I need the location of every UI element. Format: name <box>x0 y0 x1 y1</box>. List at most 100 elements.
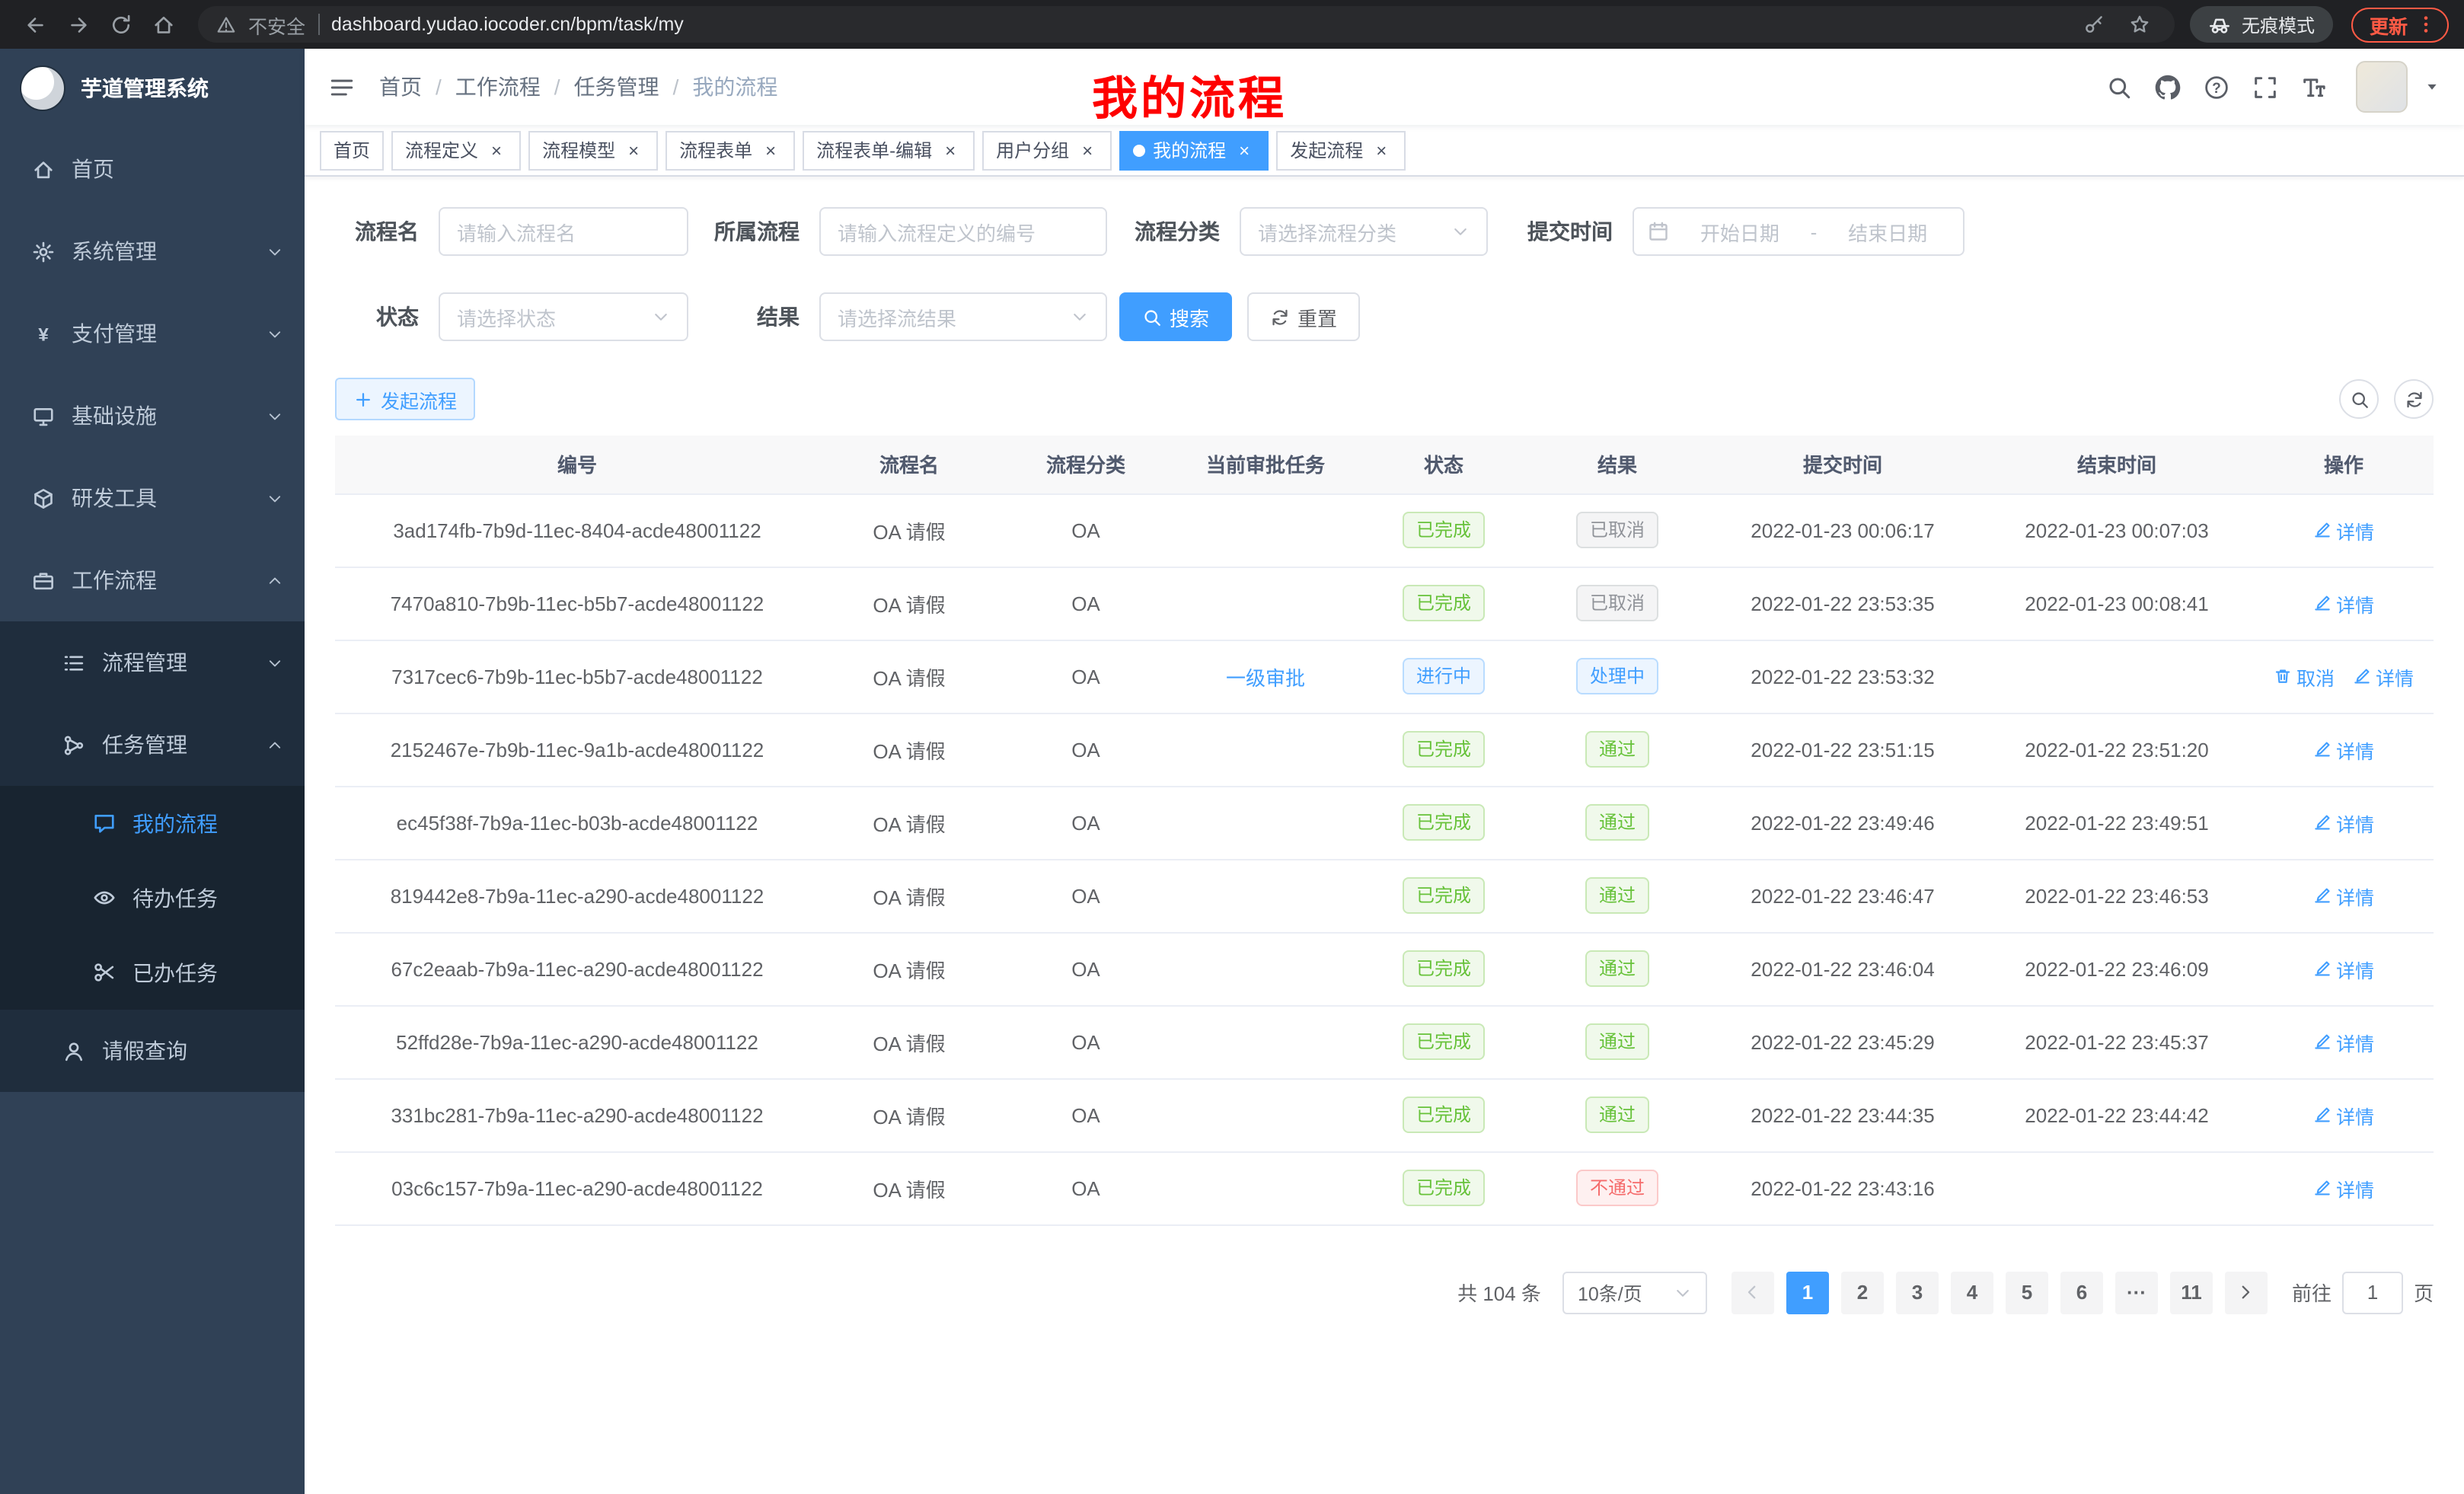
sidebar-item-home[interactable]: 首页 <box>0 128 305 210</box>
process-name-input[interactable]: 请输入流程名 <box>439 207 688 256</box>
page-button-5[interactable]: 5 <box>2006 1271 2048 1314</box>
tab-process-form[interactable]: 流程表单× <box>665 130 795 170</box>
browser-reload-icon[interactable] <box>101 5 140 44</box>
process-def-input[interactable]: 请输入流程定义的编号 <box>819 207 1107 256</box>
cancel-link[interactable]: 取消 <box>2274 662 2335 691</box>
close-icon[interactable]: × <box>1077 139 1098 161</box>
table-toolbar: 发起流程 <box>335 378 2434 420</box>
next-page-button[interactable] <box>2225 1271 2268 1314</box>
page-button-6[interactable]: 6 <box>2060 1271 2103 1314</box>
tab-process-form-edit[interactable]: 流程表单-编辑× <box>803 130 975 170</box>
browser-forward-icon[interactable] <box>58 5 97 44</box>
browser-back-icon[interactable] <box>15 5 55 44</box>
close-icon[interactable]: × <box>486 139 507 161</box>
close-icon[interactable]: × <box>1371 139 1392 161</box>
address-bar[interactable]: 不安全 dashboard.yudao.iocoder.cn/bpm/task/… <box>198 6 2175 43</box>
submit-time-range-picker[interactable]: 开始日期 - 结束日期 <box>1633 207 1964 256</box>
goto-label: 前往 <box>2292 1278 2332 1307</box>
warning-icon <box>216 14 236 34</box>
page-button-11[interactable]: 11 <box>2170 1271 2213 1314</box>
font-size-icon[interactable] <box>2301 74 2327 100</box>
sidebar-item-done-task[interactable]: 已办任务 <box>0 935 305 1010</box>
sidebar-item-leave-query[interactable]: 请假查询 <box>0 1010 305 1092</box>
sidebar-item-infrastructure[interactable]: 基础设施 <box>0 375 305 457</box>
create-process-button[interactable]: 发起流程 <box>335 378 475 420</box>
result-select[interactable]: 请选择流结果 <box>819 292 1107 341</box>
breadcrumb-item[interactable]: 首页 <box>379 72 422 102</box>
prev-page-button[interactable] <box>1732 1271 1774 1314</box>
sidebar-item-workflow[interactable]: 工作流程 <box>0 539 305 621</box>
sidebar-item-my-process[interactable]: 我的流程 <box>0 786 305 860</box>
refresh-icon <box>1270 307 1290 327</box>
page-size-select[interactable]: 10条/页 <box>1562 1271 1707 1314</box>
page-button-3[interactable]: 3 <box>1896 1271 1939 1314</box>
search-button[interactable]: 搜索 <box>1119 292 1232 341</box>
detail-link[interactable]: 详情 <box>2313 516 2374 544</box>
tab-process-model[interactable]: 流程模型× <box>528 130 658 170</box>
update-button[interactable]: 更新 <box>2351 7 2449 42</box>
close-icon[interactable]: × <box>940 139 961 161</box>
chevron-down-icon <box>267 654 283 671</box>
cell-id: 7470a810-7b9b-11ec-b5b7-acde48001122 <box>335 567 819 640</box>
search-icon[interactable] <box>2106 74 2132 100</box>
fullscreen-icon[interactable] <box>2252 74 2278 100</box>
tab-start-process[interactable]: 发起流程× <box>1276 130 1406 170</box>
browser-home-icon[interactable] <box>143 5 183 44</box>
tab-home[interactable]: 首页 <box>320 130 384 170</box>
detail-link[interactable]: 详情 <box>2313 735 2374 764</box>
goto-page-input[interactable] <box>2342 1271 2403 1314</box>
help-icon[interactable]: ? <box>2204 74 2229 100</box>
box-icon <box>30 487 56 509</box>
page-button-2[interactable]: 2 <box>1841 1271 1884 1314</box>
hamburger-icon[interactable] <box>329 74 355 100</box>
chevron-left-icon <box>1743 1282 1763 1302</box>
sidebar-item-devtools[interactable]: 研发工具 <box>0 457 305 539</box>
tab-user-group[interactable]: 用户分组× <box>982 130 1112 170</box>
cell-result: 通过 <box>1529 1005 1706 1078</box>
breadcrumb-item[interactable]: 任务管理 <box>574 72 659 102</box>
toggle-search-button[interactable] <box>2339 379 2379 419</box>
app-logo[interactable]: 芋道管理系统 <box>0 49 305 128</box>
github-icon[interactable] <box>2155 74 2181 100</box>
tab-process-definition[interactable]: 流程定义× <box>391 130 521 170</box>
page-button-1[interactable]: 1 <box>1786 1271 1829 1314</box>
page-button-4[interactable]: 4 <box>1951 1271 1993 1314</box>
detail-link[interactable]: 详情 <box>2313 954 2374 983</box>
sidebar-item-process-mgmt[interactable]: 流程管理 <box>0 621 305 704</box>
reset-button[interactable]: 重置 <box>1247 292 1360 341</box>
breadcrumb-item[interactable]: 工作流程 <box>455 72 541 102</box>
close-icon[interactable]: × <box>760 139 781 161</box>
caret-down-icon[interactable] <box>2424 79 2440 94</box>
current-task-link[interactable]: 一级审批 <box>1226 666 1305 689</box>
cell-current-task <box>1173 1005 1358 1078</box>
close-icon[interactable]: × <box>623 139 644 161</box>
detail-link[interactable]: 详情 <box>2353 662 2414 691</box>
detail-link[interactable]: 详情 <box>2313 881 2374 910</box>
table-row: 819442e8-7b9a-11ec-a290-acde48001122OA 请… <box>335 859 2434 932</box>
user-avatar[interactable] <box>2356 61 2408 113</box>
sidebar-item-payment[interactable]: ¥支付管理 <box>0 292 305 375</box>
detail-link[interactable]: 详情 <box>2313 1173 2374 1202</box>
cell-submit-time: 2022-01-22 23:43:16 <box>1706 1151 1980 1224</box>
detail-link[interactable]: 详情 <box>2313 808 2374 837</box>
sidebar-item-todo-task[interactable]: 待办任务 <box>0 860 305 935</box>
detail-link[interactable]: 详情 <box>2313 1100 2374 1129</box>
table-row: ec45f38f-7b9a-11ec-b03b-acde48001122OA 请… <box>335 786 2434 859</box>
bookmark-star-icon[interactable] <box>2123 8 2156 41</box>
sidebar-item-task-mgmt[interactable]: 任务管理 <box>0 704 305 786</box>
refresh-table-button[interactable] <box>2394 379 2434 419</box>
detail-link[interactable]: 详情 <box>2313 1027 2374 1056</box>
plus-icon <box>353 389 373 409</box>
tab-my-process[interactable]: 我的流程× <box>1119 130 1269 170</box>
key-icon[interactable] <box>2077 8 2111 41</box>
status-select[interactable]: 请选择状态 <box>439 292 688 341</box>
sidebar-item-label: 支付管理 <box>72 318 157 349</box>
sidebar-item-system[interactable]: 系统管理 <box>0 210 305 292</box>
detail-link[interactable]: 详情 <box>2313 589 2374 618</box>
pager-more-button[interactable]: ··· <box>2115 1271 2158 1314</box>
start-date-placeholder: 开始日期 <box>1678 217 1802 246</box>
create-process-label: 发起流程 <box>381 385 457 413</box>
close-icon[interactable]: × <box>1234 139 1255 161</box>
category-select[interactable]: 请选择流程分类 <box>1240 207 1488 256</box>
browser-menu-icon[interactable] <box>2415 14 2437 35</box>
